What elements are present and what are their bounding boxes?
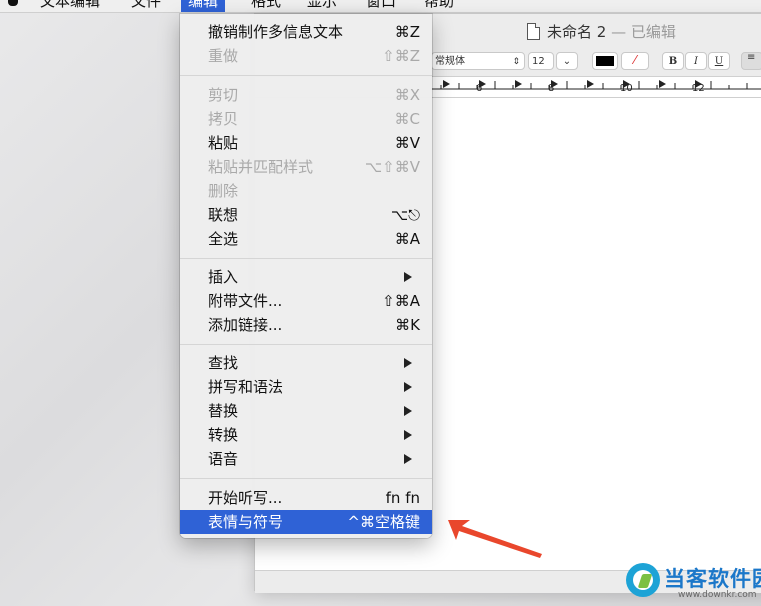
menu-item-label: 拼写和语法	[208, 378, 284, 396]
document-name: 未命名 2	[547, 23, 607, 41]
ruler-label: 6	[476, 83, 483, 94]
menu-item-label: 重做	[208, 47, 239, 65]
menu-item-label: 粘贴	[208, 134, 239, 152]
font-style-select[interactable]: 常规体 ⇕	[431, 52, 525, 70]
document-status: — 已编辑	[611, 23, 676, 41]
menu-item-label: 转换	[208, 426, 239, 444]
font-size-value: 12	[532, 56, 545, 67]
font-style-value: 常规体	[435, 56, 465, 67]
updown-icon: ⇕	[512, 57, 520, 67]
menu-item-label: 语音	[208, 450, 239, 468]
menu-item-paste-match-style: 粘贴并匹配样式 ⌥⇧⌘V	[180, 155, 432, 179]
submenu-arrow-icon	[404, 265, 412, 289]
menu-item-start-dictation[interactable]: 开始听写... fn fn	[180, 486, 432, 510]
font-size-dropdown[interactable]: ⌄	[556, 52, 578, 70]
menu-item-shortcut: ⇧⌘Z	[382, 47, 420, 65]
menu-item-label: 插入	[208, 268, 239, 286]
ruler-label: 8	[548, 83, 555, 94]
menubar-item-window[interactable]: 窗口	[366, 0, 396, 12]
menu-item-label: 全选	[208, 230, 239, 248]
menu-item-shortcut: fn fn	[385, 489, 420, 507]
menu-item-shortcut: ⌘Z	[394, 23, 420, 41]
menubar-item-view[interactable]: 显示	[307, 0, 337, 12]
menu-item-label: 查找	[208, 354, 239, 372]
menu-item-find[interactable]: 查找	[180, 351, 432, 375]
menu-item-shortcut: ^⌘空格键	[347, 513, 420, 531]
menu-item-shortcut: ⌘V	[394, 134, 420, 152]
menu-item-label: 撤销制作多信息文本	[208, 23, 344, 41]
bold-button[interactable]: B	[662, 52, 684, 70]
menu-item-transformations[interactable]: 转换	[180, 423, 432, 447]
menu-separator	[180, 478, 432, 479]
menu-item-label: 联想	[208, 206, 239, 224]
menubar-item-help[interactable]: 帮助	[424, 0, 454, 12]
logo-mark-icon	[626, 563, 660, 597]
document-icon	[527, 23, 540, 40]
menu-item-shortcut: ⌥⇧⌘V	[364, 158, 420, 176]
menubar-item-format[interactable]: 格式	[251, 0, 281, 12]
menu-item-cut: 剪切 ⌘X	[180, 83, 432, 107]
ruler-label: 10	[620, 83, 633, 94]
italic-button[interactable]: I	[685, 52, 707, 70]
menu-item-speech[interactable]: 语音	[180, 447, 432, 471]
window-title: 未命名 2 — 已编辑	[547, 21, 676, 42]
menu-item-emoji-symbols[interactable]: 表情与符号 ^⌘空格键	[180, 510, 432, 534]
chevron-down-icon: ⌄	[562, 56, 572, 67]
menu-item-add-link[interactable]: 添加链接... ⌘K	[180, 313, 432, 337]
menu-item-insert[interactable]: 插入	[180, 265, 432, 289]
menu-item-label: 拷贝	[208, 110, 239, 128]
underline-button[interactable]: U	[708, 52, 730, 70]
menu-item-redo: 重做 ⇧⌘Z	[180, 44, 432, 68]
menu-item-shortcut: ⌘K	[395, 316, 420, 334]
menu-item-label: 开始听写...	[208, 489, 283, 507]
menu-item-label: 粘贴并匹配样式	[208, 158, 314, 176]
menu-separator	[180, 258, 432, 259]
menu-item-undo[interactable]: 撤销制作多信息文本 ⌘Z	[180, 20, 432, 44]
menu-item-attach-files[interactable]: 附带文件... ⇧⌘A	[180, 289, 432, 313]
menu-item-shortcut: ⌘C	[394, 110, 420, 128]
menu-item-label: 剪切	[208, 86, 239, 104]
ruler-label: 12	[692, 83, 705, 94]
menu-item-select-all[interactable]: 全选 ⌘A	[180, 227, 432, 251]
submenu-arrow-icon	[404, 447, 412, 471]
menu-item-shortcut: ⇧⌘A	[382, 292, 420, 310]
menu-item-label: 替换	[208, 402, 239, 420]
edit-menu: 撤销制作多信息文本 ⌘Z 重做 ⇧⌘Z 剪切 ⌘X 拷贝 ⌘C 粘贴 ⌘V 粘贴…	[180, 14, 432, 538]
align-left-icon: ≡	[747, 52, 756, 63]
background-color-well[interactable]: ⁄	[621, 52, 649, 70]
site-logo: 当客软件园 www.downkr.com	[626, 563, 761, 603]
menubar-item-file[interactable]: 文件	[131, 0, 161, 12]
submenu-arrow-icon	[404, 351, 412, 375]
menu-item-complete[interactable]: 联想 ⌥⎋	[180, 203, 432, 227]
menu-item-substitutions[interactable]: 替换	[180, 399, 432, 423]
menu-separator	[180, 344, 432, 345]
menu-item-label: 添加链接...	[208, 316, 283, 334]
menu-item-delete: 删除	[180, 179, 432, 203]
logo-url: www.downkr.com	[678, 590, 757, 600]
menu-item-shortcut: ⌥⎋	[390, 206, 420, 224]
annotation-arrow	[448, 520, 542, 558]
menu-item-label: 删除	[208, 182, 239, 200]
apple-icon[interactable]	[8, 0, 18, 6]
font-size-field[interactable]: 12	[528, 52, 554, 70]
menu-bar: 文本编辑 文件 编辑 格式 显示 窗口 帮助	[0, 0, 761, 13]
menu-item-label: 附带文件...	[208, 292, 283, 310]
align-left-button[interactable]: ≡	[741, 52, 761, 70]
menu-item-label: 表情与符号	[208, 513, 284, 531]
submenu-arrow-icon	[404, 423, 412, 447]
menu-separator	[180, 75, 432, 76]
submenu-arrow-icon	[404, 399, 412, 423]
menu-item-spelling-grammar[interactable]: 拼写和语法	[180, 375, 432, 399]
submenu-arrow-icon	[404, 375, 412, 399]
menu-item-paste[interactable]: 粘贴 ⌘V	[180, 131, 432, 155]
menubar-item-edit[interactable]: 编辑	[181, 0, 226, 12]
menu-item-shortcut: ⌘A	[394, 230, 420, 248]
logo-name: 当客软件园	[664, 567, 761, 591]
no-color-slash-icon: ⁄	[634, 53, 637, 67]
menu-item-shortcut: ⌘X	[394, 86, 420, 104]
text-color-well[interactable]	[592, 52, 618, 70]
menu-item-copy: 拷贝 ⌘C	[180, 107, 432, 131]
color-swatch	[596, 56, 614, 66]
menubar-item-app[interactable]: 文本编辑	[40, 0, 100, 12]
